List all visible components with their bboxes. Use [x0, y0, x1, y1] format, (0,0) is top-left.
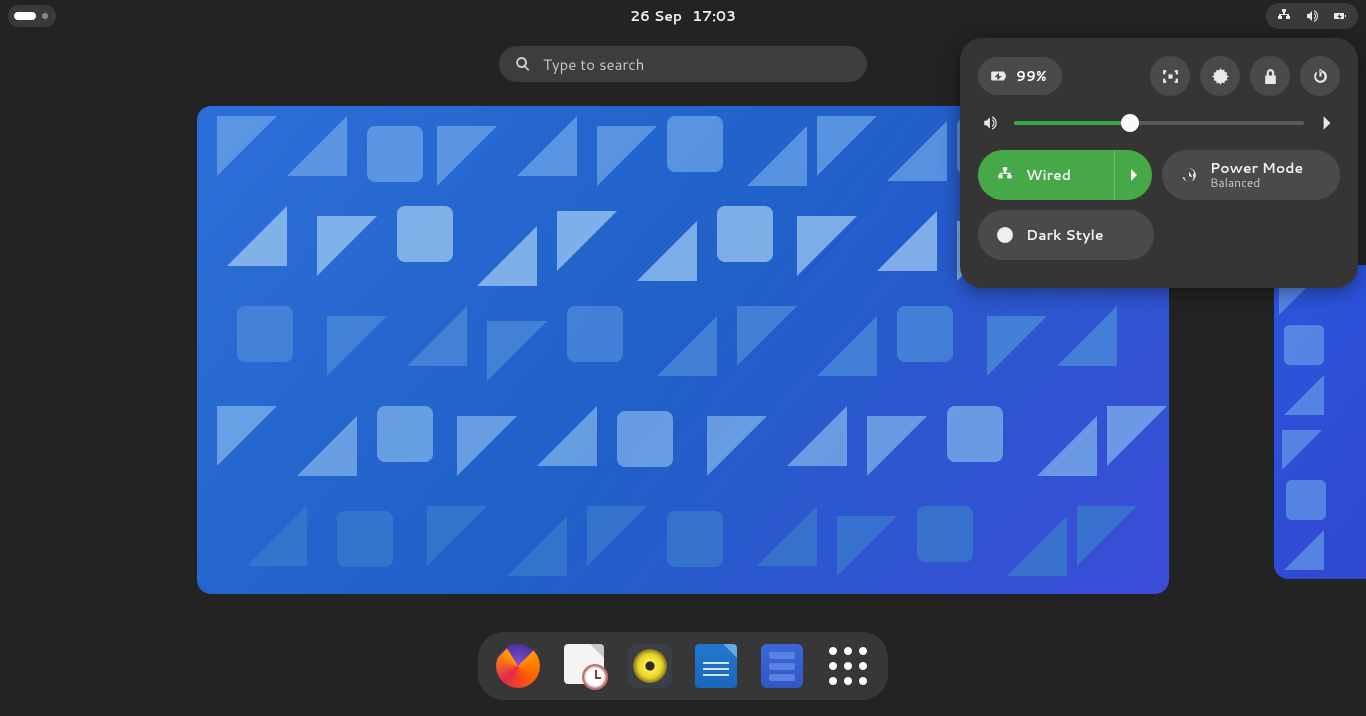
firefox-icon — [496, 644, 540, 688]
apps-grid-icon — [829, 647, 867, 685]
network-wired-icon — [1276, 8, 1292, 24]
battery-percent: 99% — [1016, 66, 1046, 86]
dock-apps[interactable] — [824, 642, 872, 690]
dock-files[interactable] — [758, 642, 806, 690]
time: 17:03 — [692, 6, 736, 26]
dock-rhythmbox[interactable] — [626, 642, 674, 690]
volume-icon — [1304, 8, 1320, 24]
activities-button[interactable] — [8, 5, 56, 27]
search-bar[interactable] — [499, 46, 867, 82]
search-input[interactable] — [543, 54, 851, 75]
screenshot-icon — [1162, 68, 1179, 85]
status-area[interactable] — [1266, 3, 1358, 29]
dark-style-label: Dark Style — [1026, 227, 1104, 243]
power-button[interactable] — [1300, 56, 1340, 96]
volume-slider[interactable] — [1014, 121, 1304, 125]
dark-style-icon — [996, 226, 1014, 244]
battery-icon — [990, 67, 1008, 85]
power-icon — [1312, 68, 1329, 85]
battery-status[interactable]: 99% — [978, 57, 1062, 95]
writer-icon — [695, 644, 737, 688]
volume-more-icon[interactable] — [1318, 114, 1336, 132]
power-mode-icon — [1180, 166, 1198, 184]
lock-icon — [1262, 68, 1279, 85]
network-expand[interactable] — [1114, 150, 1152, 200]
dock-firefox[interactable] — [494, 642, 542, 690]
network-label: Wired — [1026, 167, 1071, 183]
dock-calendar[interactable] — [560, 642, 608, 690]
files-icon — [761, 644, 803, 688]
power-mode-sub: Balanced — [1210, 176, 1303, 190]
dock-writer[interactable] — [692, 642, 740, 690]
speaker-icon — [628, 644, 672, 688]
battery-icon — [1332, 8, 1348, 24]
volume-icon — [982, 114, 1000, 132]
clock[interactable]: 26 Sep 17:03 — [630, 6, 736, 26]
lock-button[interactable] — [1250, 56, 1290, 96]
workspace-next[interactable] — [1274, 265, 1366, 579]
settings-button[interactable] — [1200, 56, 1240, 96]
chevron-right-icon — [1126, 167, 1142, 183]
quick-settings-panel: 99% Wired — [960, 38, 1358, 288]
search-icon — [515, 56, 531, 72]
power-mode-tile[interactable]: Power Mode Balanced — [1162, 150, 1340, 200]
volume-row — [978, 114, 1340, 132]
network-tile[interactable]: Wired — [978, 150, 1152, 200]
dark-style-tile[interactable]: Dark Style — [978, 210, 1154, 260]
top-bar: 26 Sep 17:03 — [0, 0, 1366, 32]
network-wired-icon — [996, 166, 1014, 184]
calendar-clock-icon — [562, 644, 606, 688]
screenshot-button[interactable] — [1150, 56, 1190, 96]
dock — [478, 632, 888, 700]
date: 26 Sep — [630, 6, 682, 26]
gear-icon — [1212, 68, 1229, 85]
